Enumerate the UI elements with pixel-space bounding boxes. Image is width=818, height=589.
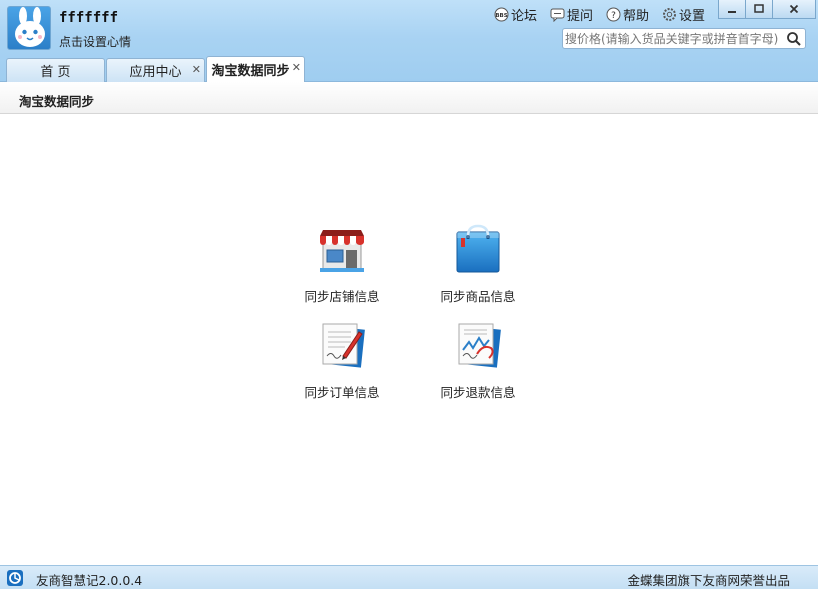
help-label: 帮助 xyxy=(623,8,650,24)
avatar[interactable] xyxy=(7,6,51,50)
status-bar: 友商智慧记2.0.0.4 金蝶集团旗下友商网荣誉出品 xyxy=(0,565,818,589)
shopping-bag-icon xyxy=(456,224,500,273)
search-button[interactable] xyxy=(786,31,802,47)
search-input[interactable] xyxy=(565,30,783,47)
maximize-icon xyxy=(754,4,764,13)
mood-link[interactable]: 点击设置心情 xyxy=(59,33,131,50)
settings-link[interactable]: 设置 xyxy=(662,5,705,24)
ask-link[interactable]: 提问 xyxy=(550,5,593,24)
forum-link[interactable]: BBS 论坛 xyxy=(494,5,537,24)
tab-close-icon[interactable]: ✕ xyxy=(292,62,301,74)
sync-orders-button[interactable]: 同步订单信息 xyxy=(297,320,387,400)
page-title: 淘宝数据同步 xyxy=(19,94,95,109)
app-version: 友商智慧记2.0.0.4 xyxy=(36,573,143,588)
top-links: BBS 论坛 提问 ? 帮助 设置 xyxy=(494,5,718,24)
sync-actions-grid: 同步店铺信息 同步商品信息 同步订单信息 同步退款信息 xyxy=(297,224,537,404)
page-header: 淘宝数据同步 xyxy=(0,82,818,114)
close-icon xyxy=(789,4,799,14)
sync-goods-label: 同步商品信息 xyxy=(440,289,516,304)
minimize-icon xyxy=(728,11,736,13)
refund-document-icon xyxy=(458,323,501,368)
settings-label: 设置 xyxy=(679,8,706,24)
bunny-avatar-icon xyxy=(15,7,45,47)
tab-label: 首 页 xyxy=(40,65,71,80)
close-window-button[interactable] xyxy=(772,0,816,19)
svg-text:?: ? xyxy=(611,11,616,21)
gear-icon xyxy=(662,7,677,22)
tab-label: 应用中心 xyxy=(129,65,182,80)
price-search-box xyxy=(562,28,806,49)
tab-bar: 首 页 应用中心 ✕ 淘宝数据同步 ✕ xyxy=(6,56,306,82)
minimize-button[interactable] xyxy=(718,0,746,19)
search-icon xyxy=(787,32,801,46)
sync-goods-button[interactable]: 同步商品信息 xyxy=(433,224,523,304)
app-credit: 金蝶集团旗下友商网荣誉出品 xyxy=(627,573,790,588)
svg-text:BBS: BBS xyxy=(495,13,507,19)
app-logo-icon xyxy=(7,570,23,586)
sync-refunds-label: 同步退款信息 xyxy=(440,385,516,400)
tab-taobao-sync[interactable]: 淘宝数据同步 ✕ xyxy=(206,56,305,82)
title-bar: fffffff 点击设置心情 BBS 论坛 提问 ? 帮助 设置 搜价格(请输入… xyxy=(0,0,818,82)
sync-refunds-button[interactable]: 同步退款信息 xyxy=(433,320,523,400)
question-circle-icon: ? xyxy=(606,7,621,22)
tab-close-icon[interactable]: ✕ xyxy=(192,64,201,76)
tab-label: 淘宝数据同步 xyxy=(211,64,290,79)
help-link[interactable]: ? 帮助 xyxy=(606,5,649,24)
tab-home[interactable]: 首 页 xyxy=(6,58,105,82)
tab-app-center[interactable]: 应用中心 ✕ xyxy=(106,58,205,82)
forum-label: 论坛 xyxy=(511,8,538,24)
maximize-button[interactable] xyxy=(745,0,773,19)
bbs-icon: BBS xyxy=(494,7,509,22)
username: fffffff xyxy=(59,10,119,26)
chat-bubble-icon xyxy=(550,7,565,22)
sync-orders-label: 同步订单信息 xyxy=(304,385,380,400)
storefront-icon xyxy=(320,230,364,272)
window-controls xyxy=(718,0,816,19)
sync-store-label: 同步店铺信息 xyxy=(304,289,380,304)
ask-label: 提问 xyxy=(567,8,594,24)
order-document-icon xyxy=(322,323,365,368)
sync-store-button[interactable]: 同步店铺信息 xyxy=(297,224,387,304)
